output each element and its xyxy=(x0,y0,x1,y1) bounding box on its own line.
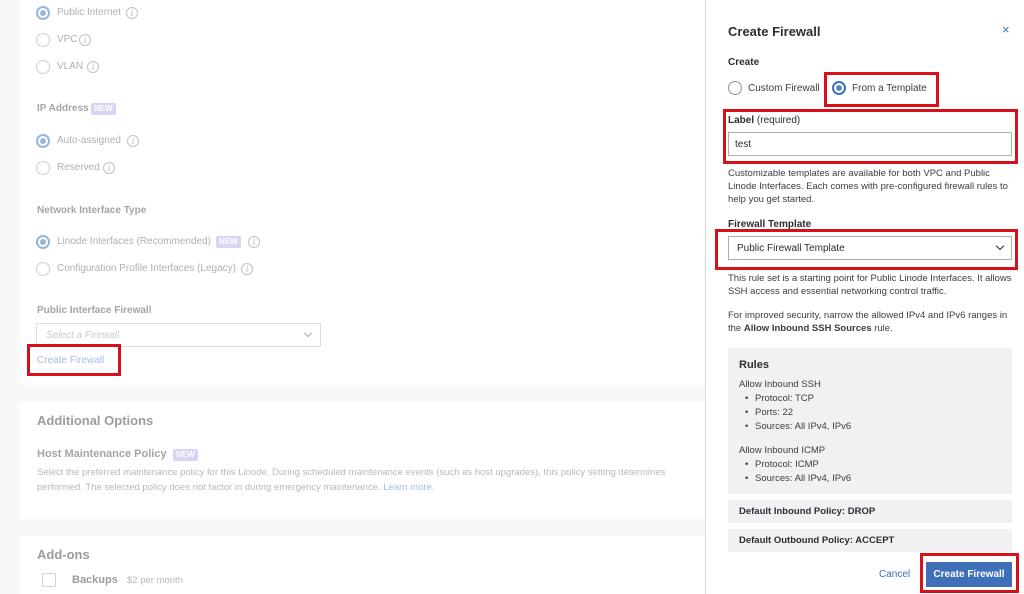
create-heading: Create xyxy=(728,57,760,68)
vpc-label: VPC xyxy=(57,34,78,45)
close-icon[interactable]: × xyxy=(1002,22,1010,37)
rules-box: Rules Allow Inbound SSH Protocol: TCP Po… xyxy=(728,348,1012,494)
vpc-radio[interactable] xyxy=(36,33,50,47)
firewall-template-value: Public Firewall Template xyxy=(737,243,845,254)
linode-interfaces-radio[interactable] xyxy=(36,235,50,249)
maintenance-text: performed. The selected policy does not … xyxy=(37,482,381,493)
firewall-heading: Public Interface Firewall xyxy=(37,305,152,316)
auto-assigned-radio[interactable] xyxy=(36,134,50,148)
inbound-policy-row: Default Inbound Policy: DROP xyxy=(728,500,1012,523)
info-icon[interactable]: i xyxy=(79,34,91,46)
create-firewall-button[interactable]: Create Firewall xyxy=(926,562,1012,587)
security-note-bold: Allow Inbound SSH Sources xyxy=(743,323,872,334)
linode-interfaces-label: Linode Interfaces (Recommended) xyxy=(57,236,211,247)
new-badge: NEW xyxy=(173,449,198,461)
additional-options-heading: Additional Options xyxy=(37,413,154,428)
drawer-title: Create Firewall xyxy=(728,24,821,39)
linode-create-page: Public Internet i VPC i VLAN i IP Addres… xyxy=(0,0,705,594)
label-input-value: test xyxy=(735,139,752,150)
inbound-policy: Default Inbound Policy: DROP xyxy=(739,506,876,517)
rule-icmp-protocol: Protocol: ICMP xyxy=(745,459,819,470)
rule-ssh-ports: Ports: 22 xyxy=(745,407,793,418)
firewall-template-select[interactable]: Public Firewall Template xyxy=(728,236,1012,260)
new-badge: NEW xyxy=(216,236,241,248)
vlan-label: VLAN xyxy=(57,61,84,72)
firewall-select-placeholder: Select a Firewall xyxy=(46,330,120,341)
custom-firewall-radio[interactable] xyxy=(728,81,742,95)
config-profile-label: Configuration Profile Interfaces (Legacy… xyxy=(57,263,236,274)
outbound-policy: Default Outbound Policy: ACCEPT xyxy=(739,535,895,546)
interface-type-heading: Network Interface Type xyxy=(37,205,147,216)
from-template-radio[interactable] xyxy=(832,81,846,95)
maintenance-description-2: performed. The selected policy does not … xyxy=(37,482,434,493)
firewall-template-heading: Firewall Template xyxy=(728,219,812,230)
custom-firewall-label: Custom Firewall xyxy=(748,83,820,94)
templates-description: Customizable templates are available for… xyxy=(728,168,1008,205)
create-firewall-drawer: Create Firewall × Create Custom Firewall… xyxy=(705,0,1024,594)
config-profile-radio[interactable] xyxy=(36,262,50,276)
security-note-end: rule. xyxy=(871,323,893,334)
reserved-radio[interactable] xyxy=(36,161,50,175)
rule-icmp-sources: Sources: All IPv4, IPv6 xyxy=(745,473,851,484)
backups-checkbox[interactable] xyxy=(42,573,56,587)
outbound-policy-row: Default Outbound Policy: ACCEPT xyxy=(728,529,1012,552)
addons-heading: Add-ons xyxy=(37,547,90,562)
addons-card xyxy=(20,536,705,594)
info-icon[interactable]: i xyxy=(241,263,253,275)
vlan-radio[interactable] xyxy=(36,60,50,74)
rule-ssh-protocol: Protocol: TCP xyxy=(745,393,814,404)
chevron-down-icon xyxy=(995,241,1005,251)
security-note: For improved security, narrow the allowe… xyxy=(728,309,1016,335)
auto-assigned-label: Auto-assigned xyxy=(57,135,121,146)
maintenance-heading: Host Maintenance Policy xyxy=(37,448,167,460)
info-icon[interactable]: i xyxy=(127,135,139,147)
public-internet-radio[interactable] xyxy=(36,6,50,20)
learn-more-link[interactable]: Learn more. xyxy=(383,482,434,493)
info-icon[interactable]: i xyxy=(103,162,115,174)
chevron-down-icon xyxy=(303,328,313,338)
rule-ssh-name: Allow Inbound SSH xyxy=(739,379,821,390)
info-icon[interactable]: i xyxy=(126,7,138,19)
label-text: Label xyxy=(728,115,755,126)
rule-ssh-sources: Sources: All IPv4, IPv6 xyxy=(745,421,851,432)
public-internet-label: Public Internet xyxy=(57,7,121,18)
label-required: (required) xyxy=(756,115,801,126)
cancel-button[interactable]: Cancel xyxy=(879,569,910,580)
maintenance-description: Select the preferred maintenance policy … xyxy=(37,467,666,478)
firewall-select[interactable]: Select a Firewall xyxy=(36,323,321,347)
info-icon[interactable]: i xyxy=(87,61,99,73)
from-template-label: From a Template xyxy=(852,83,927,94)
label-heading: Label (required) xyxy=(728,115,800,126)
create-firewall-link[interactable]: Create Firewall xyxy=(37,355,104,366)
rule-icmp-name: Allow Inbound ICMP xyxy=(739,445,826,456)
backups-price: $2 per month xyxy=(127,575,183,586)
rules-heading: Rules xyxy=(739,359,769,371)
backups-label: Backups xyxy=(72,574,118,586)
new-badge: NEW xyxy=(91,103,116,115)
ip-address-heading: IP Address xyxy=(37,103,89,114)
reserved-label: Reserved xyxy=(57,162,100,173)
template-description: This rule set is a starting point for Pu… xyxy=(728,273,1012,297)
info-icon[interactable]: i xyxy=(248,236,260,248)
label-input[interactable]: test xyxy=(728,132,1012,156)
